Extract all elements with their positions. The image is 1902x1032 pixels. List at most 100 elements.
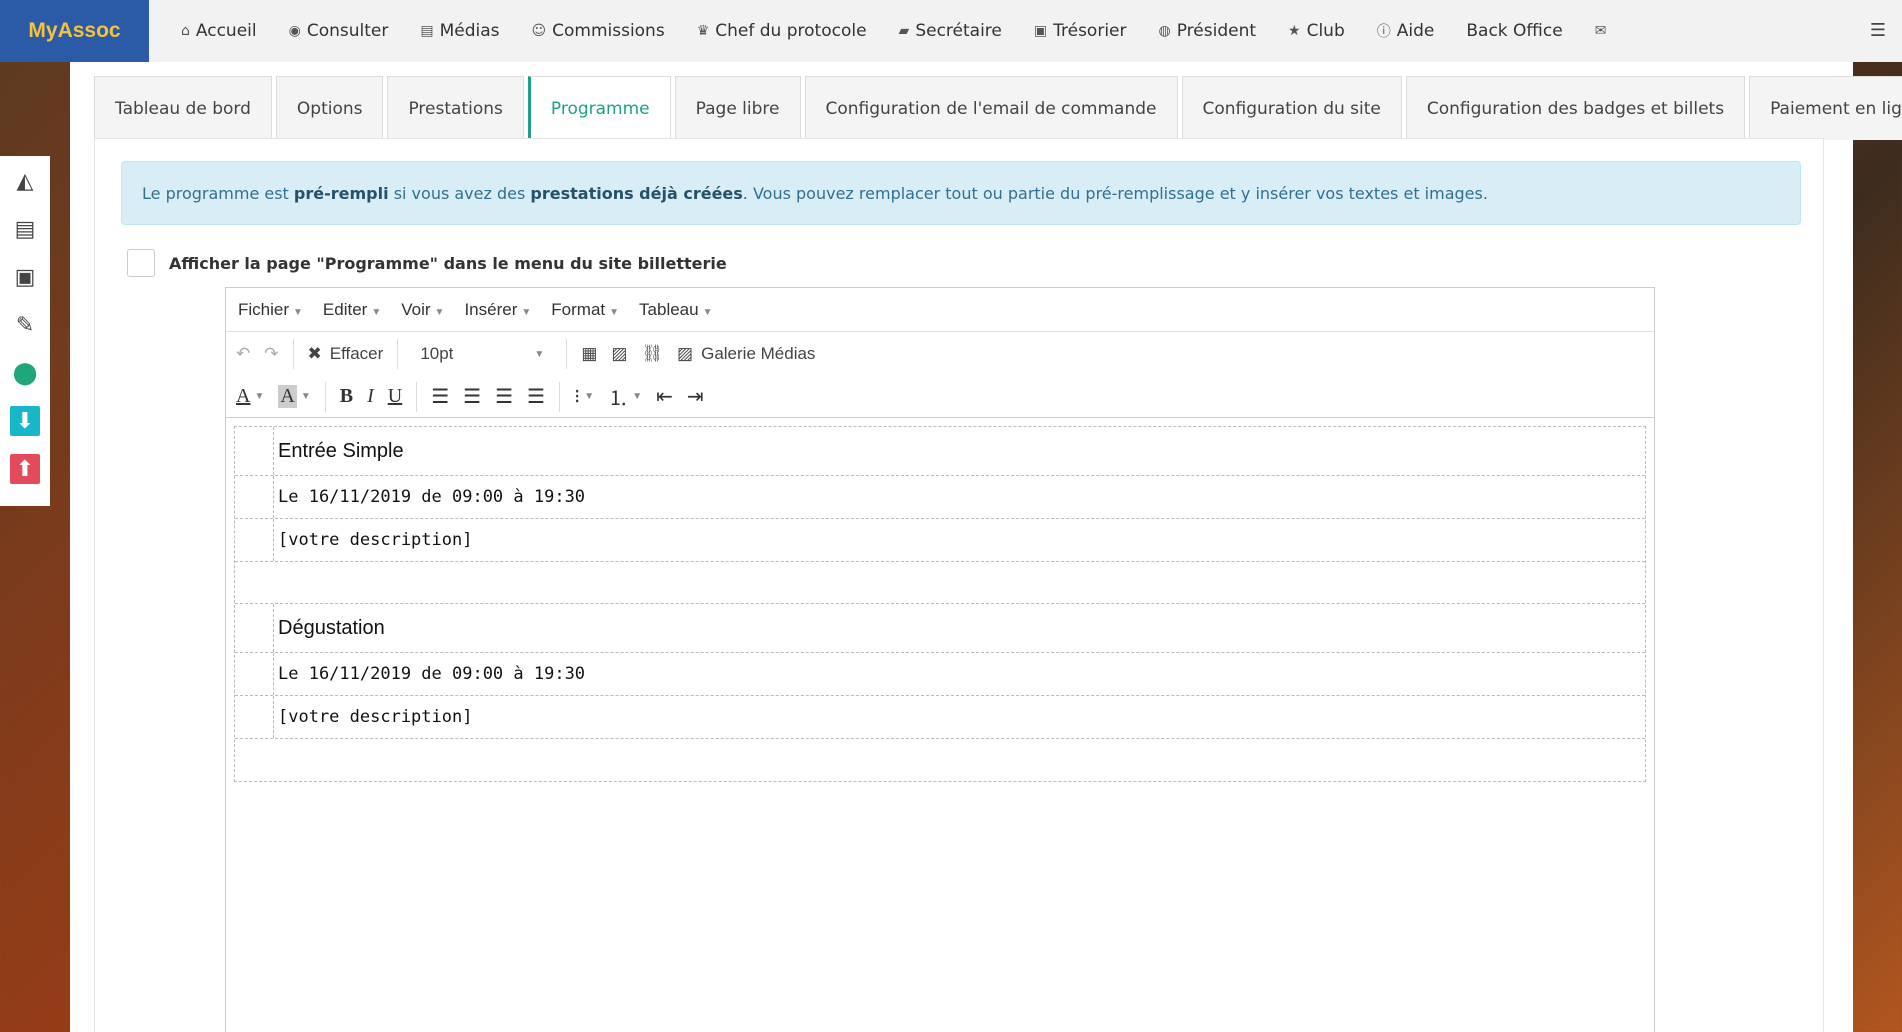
nav-label: Back Office <box>1466 21 1563 41</box>
upload-icon[interactable]: ⬆ <box>10 454 40 484</box>
nav-consulter[interactable]: ◉ Consulter <box>273 0 405 62</box>
table-row: [votre description] <box>235 519 1645 562</box>
tab-prestations[interactable]: Prestations <box>387 76 524 140</box>
table-row: [votre description] <box>235 696 1645 739</box>
item-date[interactable]: Le 16/11/2019 de 09:00 à 19:30 <box>273 653 1645 695</box>
tab-options[interactable]: Options <box>275 76 384 140</box>
item-title[interactable]: Entrée Simple <box>273 427 1645 475</box>
nav-commissions[interactable]: ☺ Commissions <box>516 0 681 62</box>
globe-icon: ◍ <box>1158 23 1171 39</box>
editor-menubar: Fichier ▼ Editer ▼ Voir ▼ Insérer ▼ Format ▼ … <box>226 288 1654 332</box>
nav-tresorier[interactable]: ▣ Trésorier <box>1018 0 1143 62</box>
toolbar-separator <box>292 339 294 369</box>
redo-icon[interactable]: ↷ <box>264 344 278 364</box>
table-row-empty[interactable] <box>235 562 1645 604</box>
alert-text: . Vous pouvez remplacer tout ou partie d… <box>742 183 1488 203</box>
media-icon[interactable]: ▦ <box>581 344 597 364</box>
tab-tableau-de-bord[interactable]: Tableau de bord <box>94 76 272 140</box>
close-icon: ✖ <box>307 344 322 363</box>
menu-format[interactable]: Format ▼ <box>551 300 619 320</box>
map-marker-icon[interactable]: ⬤ <box>10 358 40 388</box>
background-color-button[interactable]: A ▼ <box>278 385 311 408</box>
caret-down-icon: ▼ <box>534 348 545 360</box>
text-color-icon: A <box>236 385 251 407</box>
item-date[interactable]: Le 16/11/2019 de 09:00 à 19:30 <box>273 476 1645 518</box>
money-icon[interactable]: ▣ <box>10 262 40 292</box>
menu-label: Editer <box>322 299 368 319</box>
bold-icon[interactable]: B <box>340 385 353 408</box>
caret-down-icon: ▼ <box>584 391 595 402</box>
trophy-icon: ♛ <box>696 23 710 39</box>
document-icon[interactable]: ▤ <box>10 214 40 244</box>
alert-text: si vous avez des <box>393 183 526 203</box>
left-toolbar: ◭ ▤ ▣ ✎ ⬤ ⬇ ⬆ <box>0 156 50 506</box>
nav-back-office[interactable]: Back Office <box>1450 0 1578 62</box>
menu-voir[interactable]: Voir ▼ <box>401 300 444 320</box>
editor-content[interactable]: Entrée Simple Le 16/11/2019 de 09:00 à 1… <box>234 426 1646 782</box>
menu-label: Insérer <box>464 299 518 319</box>
tab-email-commande[interactable]: Configuration de l'email de commande <box>804 76 1178 140</box>
image-icon[interactable]: ▨ <box>611 344 627 364</box>
tab-programme[interactable]: Programme <box>527 76 671 140</box>
indent-icon[interactable]: ⇥ <box>687 384 704 409</box>
outdent-icon[interactable]: ⇤ <box>656 384 673 409</box>
undo-icon[interactable]: ↶ <box>236 344 250 364</box>
menu-toggle-icon[interactable]: ☰ <box>1870 20 1886 41</box>
media-gallery-button[interactable]: ▨ Galerie Médias <box>677 344 815 364</box>
underline-icon[interactable]: U <box>388 385 402 408</box>
nav-label: Consulter <box>306 21 389 41</box>
numbered-list-button[interactable]: ⒈ ▼ <box>608 382 642 411</box>
brand-logo[interactable]: MyAssoc <box>0 0 149 62</box>
menu-fichier[interactable]: Fichier ▼ <box>238 300 303 320</box>
item-description[interactable]: [votre description] <box>273 696 1645 738</box>
nav-messages[interactable]: ✉ <box>1579 0 1623 62</box>
nav-club[interactable]: ★ Club <box>1272 0 1361 62</box>
show-menu-option: Afficher la page "Programme" dans le men… <box>127 249 727 277</box>
italic-icon[interactable]: I <box>367 385 374 408</box>
item-title[interactable]: Dégustation <box>273 604 1645 652</box>
alert-text: Le programme est <box>142 183 289 203</box>
caret-down-icon: ▼ <box>371 306 382 318</box>
bullet-list-button[interactable]: ⁝ ▼ <box>574 384 594 409</box>
nav-chef-protocole[interactable]: ♛ Chef du protocole <box>681 0 883 62</box>
tab-config-site[interactable]: Configuration du site <box>1181 76 1402 140</box>
toolbar-separator <box>397 339 399 369</box>
image-icon: ▨ <box>677 344 694 363</box>
nav-president[interactable]: ◍ Président <box>1143 0 1273 62</box>
chart-icon[interactable]: ◭ <box>10 166 40 196</box>
align-center-icon[interactable]: ☰ <box>463 384 481 409</box>
nav-aide[interactable]: ⓘ Aide <box>1361 0 1451 62</box>
nav-label: Aide <box>1396 21 1435 41</box>
align-left-icon[interactable]: ☰ <box>431 384 449 409</box>
align-justify-icon[interactable]: ☰ <box>527 384 545 409</box>
wrench-icon[interactable]: ✎ <box>10 310 40 340</box>
caret-down-icon: ▼ <box>521 306 532 318</box>
caret-down-icon: ▼ <box>293 306 303 318</box>
editor-toolbar-1: ↶ ↷ ✖ Effacer 10pt ▼ ▦ ▨ ⛓ ▨ Galerie Médias <box>226 332 1654 376</box>
show-menu-checkbox[interactable] <box>127 249 155 277</box>
tab-paiement[interactable]: Paiement en ligne <box>1749 76 1902 140</box>
tab-badges-billets[interactable]: Configuration des badges et billets <box>1405 76 1746 140</box>
nav-label: Accueil <box>195 21 257 41</box>
nav-medias[interactable]: ▤ Médias <box>404 0 515 62</box>
clear-format-button[interactable]: ✖ Effacer <box>308 344 384 364</box>
align-right-icon[interactable]: ☰ <box>495 384 513 409</box>
table-row: Entrée Simple <box>235 427 1645 476</box>
nav-accueil[interactable]: ⌂ Accueil <box>165 0 273 62</box>
table-row-empty[interactable] <box>235 739 1645 781</box>
caret-down-icon: ▼ <box>254 391 265 402</box>
menu-inserer[interactable]: Insérer ▼ <box>464 300 531 320</box>
menu-tableau[interactable]: Tableau ▼ <box>639 300 712 320</box>
font-size-select[interactable]: 10pt ▼ <box>412 339 552 369</box>
alert-bold: prestations déjà créées <box>530 183 743 203</box>
tab-page-libre[interactable]: Page libre <box>674 76 801 140</box>
download-icon[interactable]: ⬇ <box>10 406 40 436</box>
item-description[interactable]: [votre description] <box>273 519 1645 561</box>
link-icon[interactable]: ⛓ <box>641 344 663 364</box>
table-row: Le 16/11/2019 de 09:00 à 19:30 <box>235 653 1645 696</box>
menu-editer[interactable]: Editer ▼ <box>323 300 381 320</box>
menu-label: Tableau <box>639 299 699 319</box>
nav-secretaire[interactable]: ▰ Secrétaire <box>883 0 1018 62</box>
text-color-button[interactable]: A ▼ <box>236 385 264 408</box>
nav-label: Secrétaire <box>915 21 1002 41</box>
